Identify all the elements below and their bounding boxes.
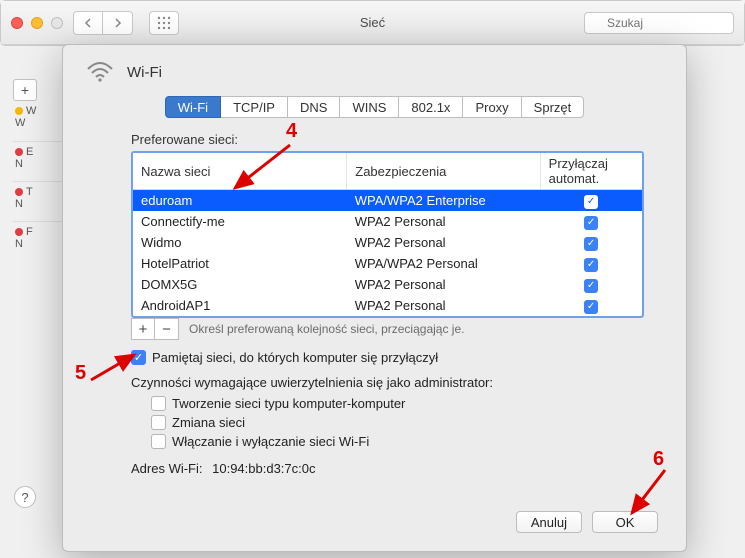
table-row[interactable]: AndroidAP1WPA2 Personal [133, 295, 642, 316]
tab-proxy[interactable]: Proxy [463, 96, 521, 118]
preferred-networks-label: Preferowane sieci: [131, 132, 664, 147]
network-name: AndroidAP1 [133, 295, 347, 316]
checkbox-icon[interactable] [584, 195, 598, 209]
wifi-icon [85, 59, 115, 86]
remember-networks-checkbox[interactable] [131, 350, 146, 365]
col-security[interactable]: Zabezpieczenia [347, 153, 540, 190]
remember-networks-label: Pamiętaj sieci, do których komputer się … [152, 350, 438, 365]
ok-button[interactable]: OK [592, 511, 658, 533]
table-row[interactable]: eduroamWPA/WPA2 Enterprise [133, 190, 642, 212]
network-security: WPA/WPA2 Personal [347, 253, 540, 274]
forward-button[interactable] [103, 11, 133, 35]
close-window-button[interactable] [11, 17, 23, 29]
admin-opt-label: Zmiana sieci [172, 415, 245, 430]
network-security: WPA2 Personal [347, 295, 540, 316]
traffic-lights [11, 17, 63, 29]
show-all-button[interactable] [149, 11, 179, 35]
admin-opt-label: Tworzenie sieci typu komputer-komputer [172, 396, 405, 411]
checkbox-icon[interactable] [584, 300, 598, 314]
preferred-networks-table[interactable]: Nazwa sieci Zabezpieczenia Przyłączaj au… [131, 151, 644, 318]
table-row[interactable]: Connectify-meWPA2 Personal [133, 211, 642, 232]
tab-dns[interactable]: DNS [288, 96, 340, 118]
preferences-window: Sieć WW EN TN FN + [0, 0, 745, 46]
checkbox-icon[interactable] [584, 279, 598, 293]
network-autojoin[interactable] [540, 211, 642, 232]
nav-buttons [73, 11, 133, 35]
remove-network-button[interactable]: − [155, 318, 179, 340]
network-name: DOMX5G [133, 274, 347, 295]
sidebar-item[interactable]: TN [13, 181, 65, 221]
sheet-title: Wi-Fi [127, 64, 162, 81]
titlebar: Sieć [1, 1, 744, 45]
tab-wifi[interactable]: Wi-Fi [165, 96, 221, 118]
col-auto[interactable]: Przyłączaj automat. [540, 153, 642, 190]
network-name: eduroam [133, 190, 347, 212]
mac-address-value: 10:94:bb:d3:7c:0c [212, 461, 315, 476]
checkbox-icon[interactable] [584, 237, 598, 251]
help-button[interactable]: ? [14, 486, 36, 508]
admin-opt-adhoc-checkbox[interactable] [151, 396, 166, 411]
minimize-window-button[interactable] [31, 17, 43, 29]
network-security: WPA2 Personal [347, 274, 540, 295]
network-autojoin[interactable] [540, 253, 642, 274]
network-security: WPA/WPA2 Enterprise [347, 190, 540, 212]
network-name: Widmo [133, 232, 347, 253]
sidebar-item[interactable]: EN [13, 141, 65, 181]
checkbox-icon[interactable] [584, 216, 598, 230]
table-row[interactable]: WidmoWPA2 Personal [133, 232, 642, 253]
network-security: WPA2 Personal [347, 211, 540, 232]
table-row[interactable]: HotelPatriotWPA/WPA2 Personal [133, 253, 642, 274]
network-security: WPA2 Personal [347, 232, 540, 253]
admin-opt-change-checkbox[interactable] [151, 415, 166, 430]
network-name: Connectify-me [133, 211, 347, 232]
sidebar-item[interactable]: WW [13, 101, 65, 141]
tab-tcpip[interactable]: TCP/IP [221, 96, 288, 118]
admin-auth-label: Czynności wymagające uwierzytelnienia si… [131, 375, 664, 390]
drag-hint: Określ preferowaną kolejność sieci, prze… [189, 322, 464, 336]
search-input[interactable] [584, 12, 734, 34]
tab-8021x[interactable]: 802.1x [399, 96, 463, 118]
col-name[interactable]: Nazwa sieci [133, 153, 347, 190]
cancel-button[interactable]: Anuluj [516, 511, 582, 533]
admin-opt-label: Włączanie i wyłączanie sieci Wi-Fi [172, 434, 369, 449]
tab-wins[interactable]: WINS [340, 96, 399, 118]
tab-hardware[interactable]: Sprzęt [522, 96, 585, 118]
network-autojoin[interactable] [540, 274, 642, 295]
zoom-window-button [51, 17, 63, 29]
tab-bar: Wi-Fi TCP/IP DNS WINS 802.1x Proxy Sprzę… [85, 96, 664, 118]
wifi-advanced-sheet: Wi-Fi Wi-Fi TCP/IP DNS WINS 802.1x Proxy… [62, 44, 687, 552]
network-name: HotelPatriot [133, 253, 347, 274]
network-autojoin[interactable] [540, 232, 642, 253]
add-interface-button[interactable]: + [13, 79, 37, 101]
back-button[interactable] [73, 11, 103, 35]
add-network-button[interactable]: + [131, 318, 155, 340]
admin-opt-toggle-checkbox[interactable] [151, 434, 166, 449]
sidebar-item[interactable]: FN [13, 221, 65, 261]
table-row[interactable]: DOMX5GWPA2 Personal [133, 274, 642, 295]
checkbox-icon[interactable] [584, 258, 598, 272]
mac-address-label: Adres Wi-Fi: [131, 461, 203, 476]
network-autojoin[interactable] [540, 295, 642, 316]
network-autojoin[interactable] [540, 190, 642, 212]
